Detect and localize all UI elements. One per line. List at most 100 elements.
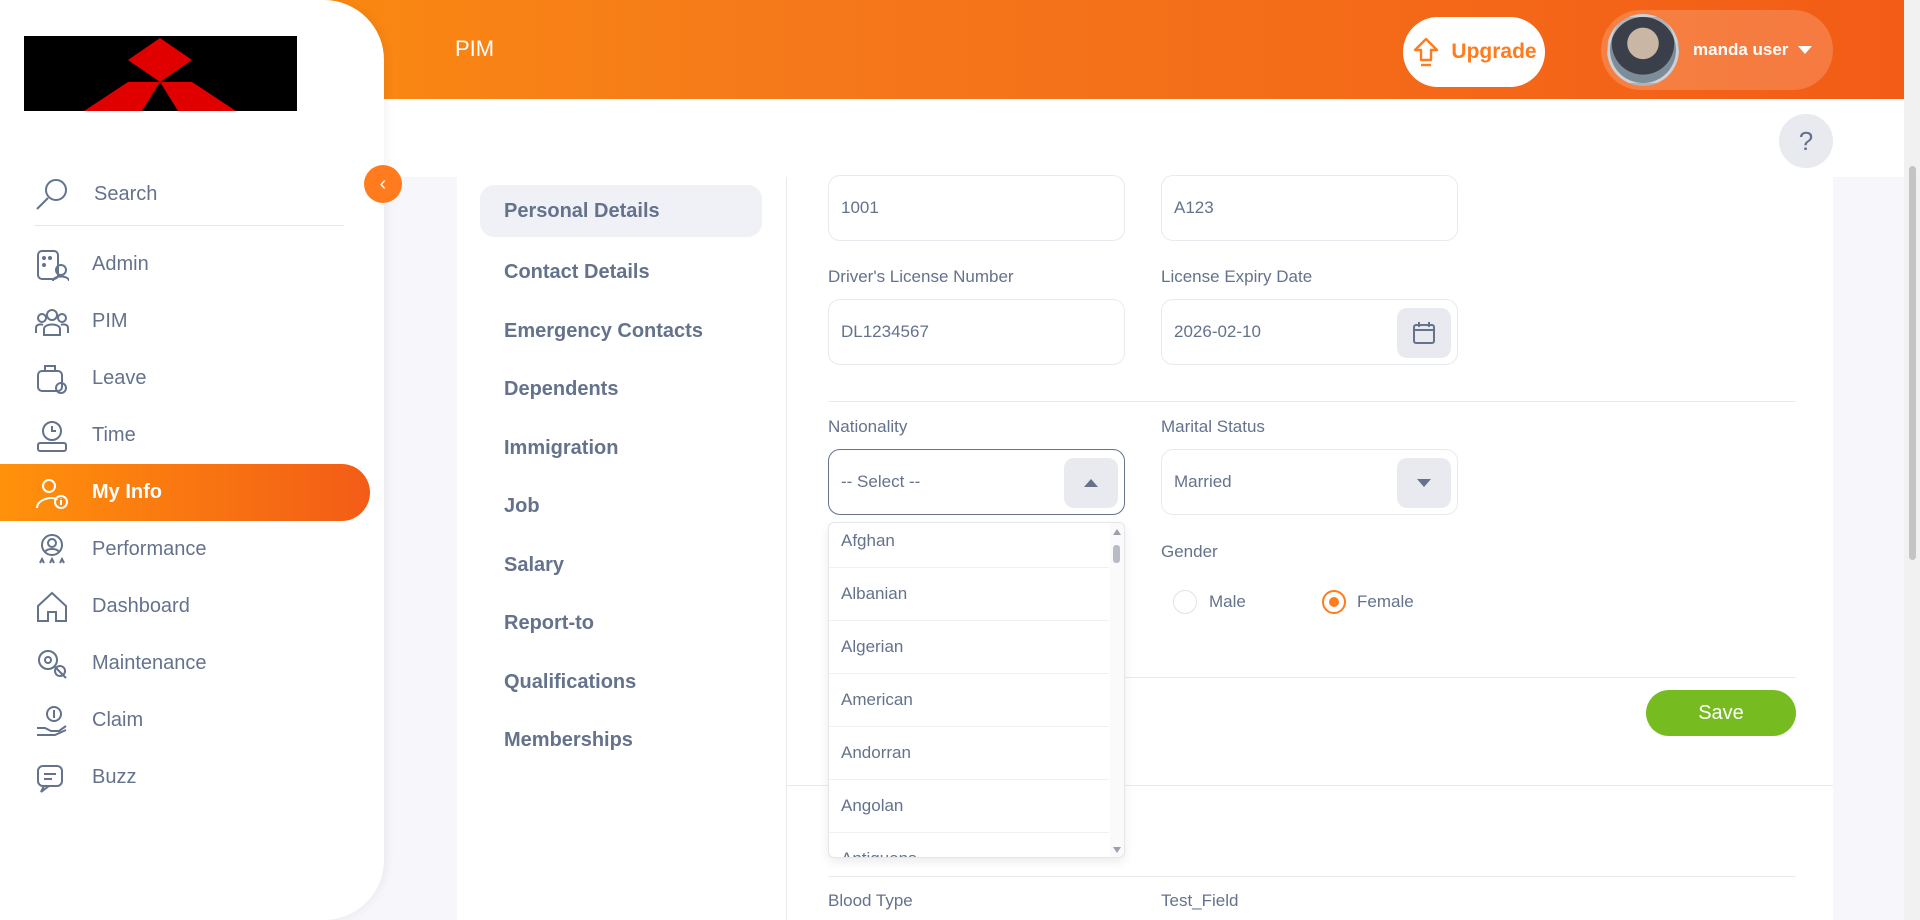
license-label: Driver's License Number	[828, 267, 1014, 286]
sidebar-item-admin[interactable]: Admin	[0, 236, 370, 293]
sidebar-item-label: Dashboard	[92, 595, 190, 617]
sidebar-item-leave[interactable]: Leave	[0, 350, 370, 407]
myinfo-icon	[34, 475, 70, 511]
sidebar-item-pim[interactable]: PIM	[0, 293, 370, 350]
module-title: PIM	[455, 36, 495, 61]
license-value: DL1234567	[841, 322, 929, 341]
scroll-thumb[interactable]	[1113, 545, 1120, 563]
collapse-sidebar-button[interactable]: ‹	[364, 165, 402, 203]
sidebar-item-dashboard[interactable]: Dashboard	[0, 578, 370, 635]
tab-emergency-contacts[interactable]: Emergency Contacts	[480, 302, 762, 361]
gender-female-radio[interactable]	[1322, 590, 1346, 614]
sidebar-item-label: Performance	[92, 538, 207, 560]
expiry-value: 2026-02-10	[1174, 322, 1261, 341]
search-label: Search	[94, 183, 158, 205]
tab-personal-details[interactable]: Personal Details	[480, 185, 762, 237]
sidebar-item-time[interactable]: Time	[0, 407, 370, 464]
test-field-label: Test_Field	[1161, 891, 1239, 910]
claim-icon	[34, 703, 70, 739]
dropdown-scrollbar[interactable]	[1110, 523, 1124, 857]
buzz-icon	[34, 760, 70, 796]
pim-icon	[34, 304, 70, 340]
sidebar-item-label: Time	[92, 424, 136, 446]
expiry-date-field[interactable]: 2026-02-10	[1161, 299, 1458, 365]
section-divider	[828, 401, 1796, 402]
help-button[interactable]: ?	[1779, 114, 1833, 168]
sidebar-item-label: PIM	[92, 310, 128, 332]
section-divider-3	[828, 876, 1796, 877]
personal-tabs: Personal Details Contact Details Emergen…	[480, 185, 762, 770]
leave-icon	[34, 361, 70, 397]
tab-dependents[interactable]: Dependents	[480, 361, 762, 420]
sidebar-item-label: Maintenance	[92, 652, 207, 674]
calendar-icon[interactable]	[1397, 308, 1451, 358]
nationality-dropdown[interactable]: Afghan Albanian Algerian American Andorr…	[828, 522, 1125, 858]
tab-memberships[interactable]: Memberships	[480, 712, 762, 771]
sidebar-item-label: Admin	[92, 253, 149, 275]
sidebar-item-label: My Info	[92, 481, 162, 503]
performance-icon	[34, 532, 70, 568]
tab-immigration[interactable]: Immigration	[480, 419, 762, 478]
other-id-value: A123	[1174, 198, 1214, 217]
nationality-label: Nationality	[828, 417, 908, 436]
marital-label: Marital Status	[1161, 417, 1265, 436]
gender-label: Gender	[1161, 542, 1218, 561]
tab-report-to[interactable]: Report-to	[480, 595, 762, 654]
upgrade-arrow-icon	[1414, 37, 1439, 67]
list-item[interactable]: Angolan	[829, 780, 1109, 833]
list-item[interactable]: American	[829, 674, 1109, 727]
search-icon	[36, 178, 67, 210]
upgrade-button[interactable]: Upgrade	[1403, 17, 1545, 87]
blood-type-label: Blood Type	[828, 891, 913, 910]
sidebar-item-performance[interactable]: Performance	[0, 521, 370, 578]
employee-id-value: 1001	[841, 198, 879, 217]
tab-salary[interactable]: Salary	[480, 536, 762, 595]
avatar	[1607, 14, 1679, 86]
caret-down-icon	[1798, 46, 1813, 54]
admin-icon	[34, 247, 70, 283]
marital-status-select[interactable]: Married	[1161, 449, 1458, 515]
upgrade-label: Upgrade	[1451, 40, 1537, 63]
sidebar-item-label: Leave	[92, 367, 147, 389]
maintenance-icon	[34, 646, 70, 682]
marital-value: Married	[1174, 472, 1232, 491]
page-scroll-thumb[interactable]	[1909, 166, 1916, 560]
expiry-label: License Expiry Date	[1161, 267, 1313, 286]
list-item[interactable]: Afghan	[829, 523, 1109, 568]
gender-male-radio[interactable]	[1173, 590, 1197, 614]
tab-contact-details[interactable]: Contact Details	[480, 244, 762, 303]
scroll-up-icon[interactable]	[1113, 529, 1121, 535]
gender-male-label: Male	[1209, 592, 1246, 611]
employee-id-field[interactable]: 1001	[828, 175, 1125, 241]
sidebar-item-label: Claim	[92, 709, 144, 731]
sidebar-item-buzz[interactable]: Buzz	[0, 749, 370, 806]
user-dropdown[interactable]: manda user	[1601, 10, 1833, 90]
sidebar-item-label: Buzz	[92, 766, 137, 788]
other-id-field[interactable]: A123	[1161, 175, 1458, 241]
sidebar-nav: Admin PIM Leave Time My Info Performance…	[0, 236, 370, 806]
list-item[interactable]: Albanian	[829, 568, 1109, 621]
tab-job[interactable]: Job	[480, 478, 762, 537]
sidebar: Search Admin PIM Leave Time My Info Perf…	[0, 0, 384, 920]
chevron-up-icon[interactable]	[1064, 458, 1118, 508]
user-name: manda user	[1693, 40, 1789, 59]
time-icon	[34, 418, 70, 454]
list-item[interactable]: Andorran	[829, 727, 1109, 780]
save-button[interactable]: Save	[1646, 690, 1796, 736]
tab-qualifications[interactable]: Qualifications	[480, 653, 762, 712]
scroll-down-icon[interactable]	[1113, 847, 1121, 853]
list-item[interactable]: Algerian	[829, 621, 1109, 674]
dashboard-icon	[34, 589, 70, 625]
license-field[interactable]: DL1234567	[828, 299, 1125, 365]
chevron-down-icon[interactable]	[1397, 458, 1451, 508]
sidebar-item-my-info[interactable]: My Info	[0, 464, 370, 521]
list-item[interactable]: Antiguans	[829, 833, 1109, 857]
gender-female-label: Female	[1357, 592, 1414, 611]
sidebar-item-maintenance[interactable]: Maintenance	[0, 635, 370, 692]
sidebar-item-claim[interactable]: Claim	[0, 692, 370, 749]
tab-divider	[786, 177, 787, 920]
nationality-value: -- Select --	[841, 472, 921, 491]
nationality-select[interactable]: -- Select --	[828, 449, 1125, 515]
company-logo	[24, 36, 297, 111]
sidebar-search[interactable]: Search	[34, 164, 344, 226]
